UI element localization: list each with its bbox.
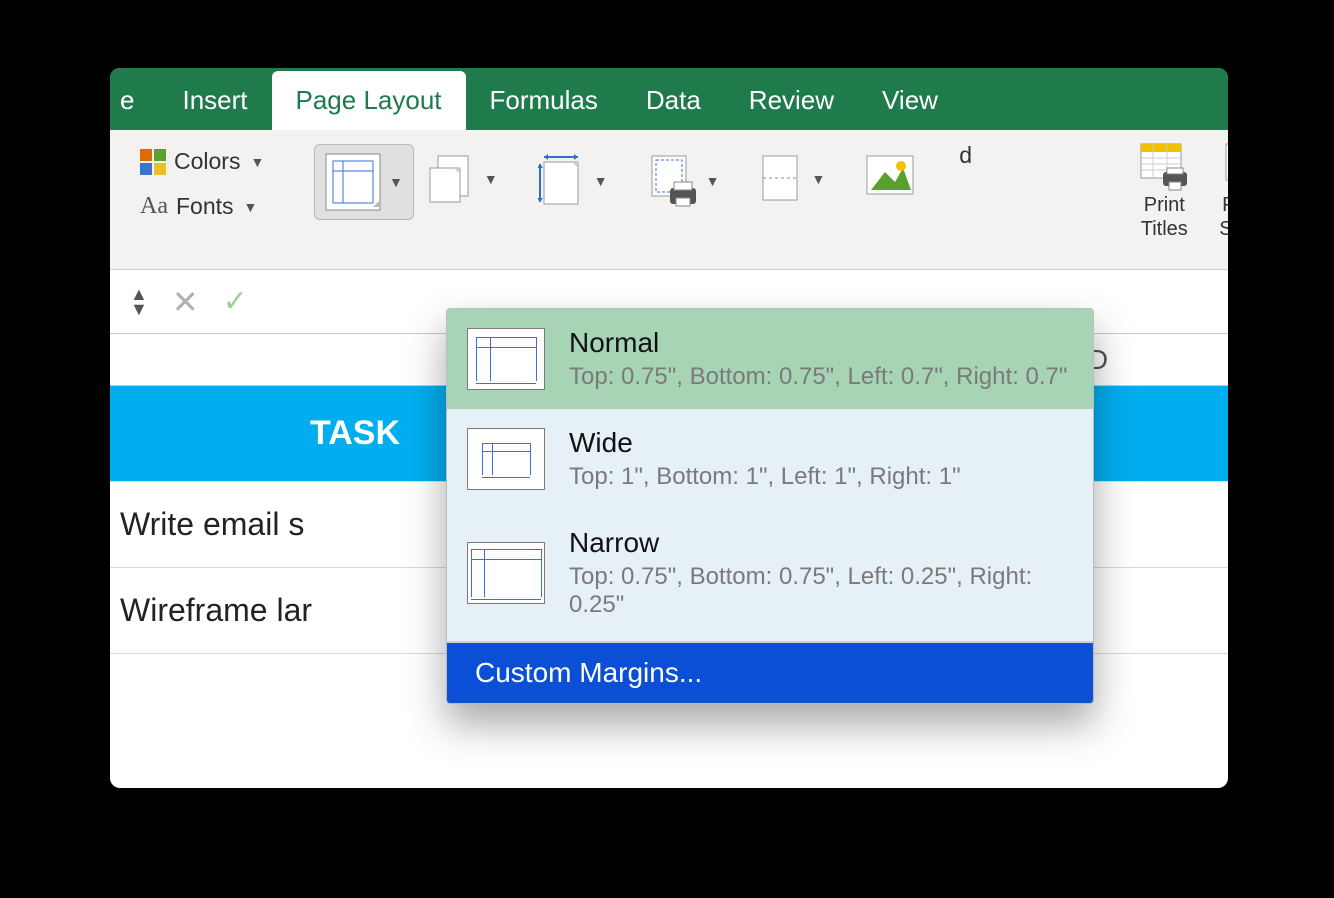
tab-review[interactable]: Review (725, 71, 858, 130)
margins-button[interactable]: ▼ (314, 144, 414, 220)
print-titles-label-2: Titles (1141, 218, 1188, 240)
chevron-down-icon: ▼ (706, 173, 720, 189)
page-setup-label-1: Page (1222, 194, 1228, 216)
chevron-down-icon: ▼ (811, 171, 825, 187)
fonts-icon: Aa (140, 193, 168, 220)
chevron-down-icon: ▼ (130, 302, 148, 316)
margins-normal-icon (467, 328, 545, 390)
size-icon (538, 154, 586, 208)
margins-normal-desc: Top: 0.75", Bottom: 0.75", Left: 0.7", R… (569, 363, 1067, 391)
margins-wide-title: Wide (569, 427, 961, 459)
margins-narrow-icon (467, 542, 545, 604)
app-window: e Insert Page Layout Formulas Data Revie… (110, 68, 1228, 788)
ribbon-right-group: d Print Titles (929, 138, 1228, 240)
margins-dropdown: Normal Top: 0.75", Bottom: 0.75", Left: … (446, 308, 1094, 704)
chevron-down-icon: ▼ (244, 199, 258, 215)
colors-icon (140, 149, 166, 175)
accept-icon[interactable]: ✓ (223, 284, 248, 319)
orientation-icon (428, 154, 476, 204)
margins-option-normal[interactable]: Normal Top: 0.75", Bottom: 0.75", Left: … (447, 309, 1093, 409)
orientation-button[interactable]: ▼ (418, 146, 508, 212)
page-setup-group: ▼ ▼ (418, 138, 925, 216)
margins-normal-title: Normal (569, 327, 1067, 359)
colors-label: Colors (174, 148, 240, 175)
tab-formulas[interactable]: Formulas (466, 71, 622, 130)
partial-label: d (929, 142, 1109, 169)
colors-button[interactable]: Colors ▼ (140, 148, 310, 175)
size-button[interactable]: ▼ (528, 146, 618, 216)
margins-wide-desc: Top: 1", Bottom: 1", Left: 1", Right: 1" (569, 463, 961, 491)
chevron-down-icon: ▼ (594, 173, 608, 189)
print-titles-button[interactable]: Print Titles (1139, 142, 1189, 240)
tab-data[interactable]: Data (622, 71, 725, 130)
fonts-button[interactable]: Aa Fonts ▼ (140, 193, 310, 220)
header-task: TASK (110, 414, 410, 453)
print-area-button[interactable]: ▼ (638, 146, 730, 216)
background-icon (865, 154, 915, 198)
background-button[interactable] (855, 146, 925, 206)
margins-option-wide[interactable]: Wide Top: 1", Bottom: 1", Left: 1", Righ… (447, 409, 1093, 509)
margins-option-narrow[interactable]: Narrow Top: 0.75", Bottom: 0.75", Left: … (447, 509, 1093, 637)
print-area-icon (648, 154, 698, 208)
cell-task[interactable]: Write email s (110, 506, 410, 543)
tab-page-layout[interactable]: Page Layout (272, 71, 466, 130)
margins-option-custom[interactable]: Custom Margins... (447, 643, 1093, 703)
page-setup-button[interactable]: Page Setup (1219, 142, 1228, 240)
name-box-stepper[interactable]: ▲ ▼ (130, 287, 148, 316)
breaks-icon (759, 154, 803, 204)
page-setup-label-2: Setup (1219, 218, 1228, 240)
chevron-down-icon: ▼ (389, 174, 403, 190)
chevron-down-icon: ▼ (250, 154, 264, 170)
margins-narrow-desc: Top: 0.75", Bottom: 0.75", Left: 0.25", … (569, 563, 1073, 619)
themes-group: Colors ▼ Aa Fonts ▼ (140, 138, 310, 220)
fonts-label: Fonts (176, 193, 234, 220)
tab-view[interactable]: View (858, 71, 962, 130)
breaks-button[interactable]: ▼ (749, 146, 835, 212)
print-titles-label-1: Print (1144, 194, 1185, 216)
margins-wide-icon (467, 428, 545, 490)
chevron-down-icon: ▼ (484, 171, 498, 187)
page-setup-icon (1220, 142, 1228, 192)
ribbon-tabs: e Insert Page Layout Formulas Data Revie… (110, 68, 1228, 130)
print-titles-icon (1139, 142, 1189, 192)
cell-task[interactable]: Wireframe lar (110, 592, 410, 629)
margins-narrow-title: Narrow (569, 527, 1073, 559)
tab-insert[interactable]: Insert (158, 71, 271, 130)
cancel-icon[interactable]: ✕ (172, 283, 199, 321)
tab-home-partial[interactable]: e (110, 71, 158, 130)
margins-icon (325, 153, 381, 211)
ribbon-body: Colors ▼ Aa Fonts ▼ ▼ (110, 130, 1228, 270)
